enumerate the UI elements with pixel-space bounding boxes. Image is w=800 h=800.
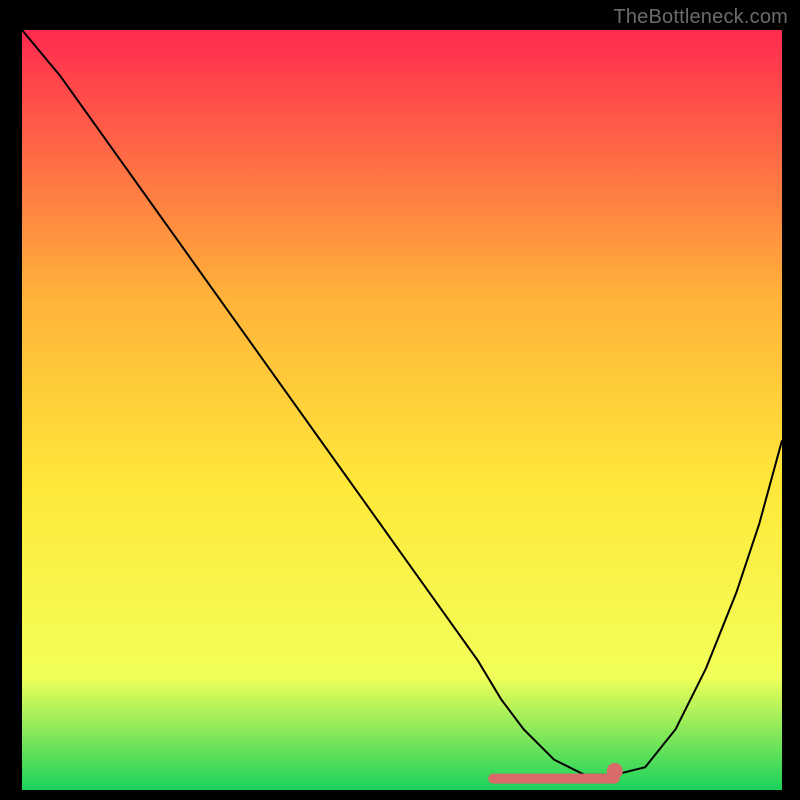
gradient-background	[22, 30, 782, 790]
watermark-text: TheBottleneck.com	[613, 6, 788, 29]
chart-frame: TheBottleneck.com	[0, 0, 800, 800]
highlight-endpoint	[607, 763, 623, 779]
chart-plot	[22, 30, 782, 790]
